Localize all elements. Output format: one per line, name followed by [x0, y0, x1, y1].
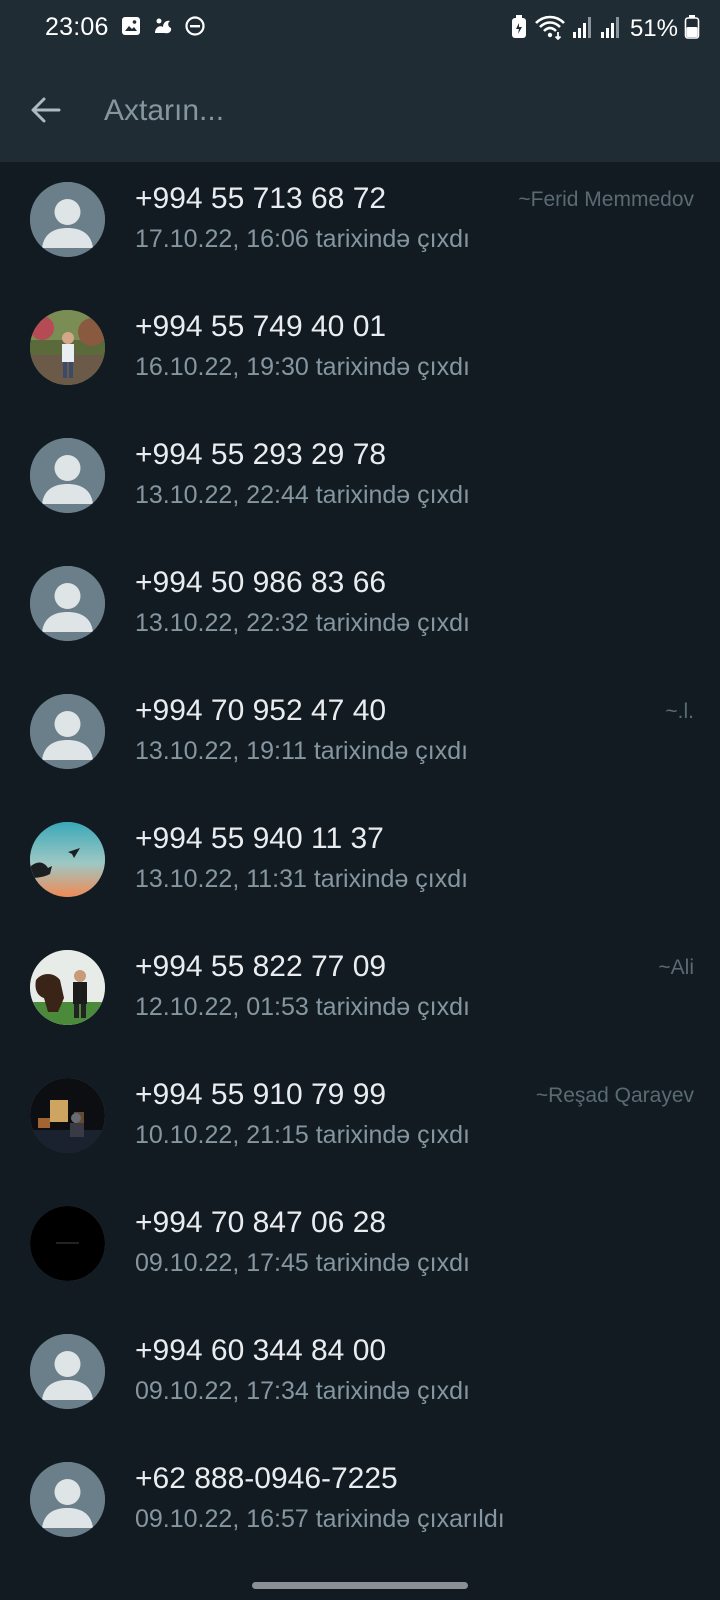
participant-push-name: ~Ali — [658, 956, 694, 979]
participant-push-name: ~Ferid Memmedov — [518, 188, 694, 211]
status-time: 23:06 — [45, 13, 109, 41]
default-avatar-icon[interactable] — [30, 694, 105, 769]
status-right-icons: 51% — [510, 14, 700, 44]
participant-push-name: ~.l. — [665, 700, 694, 723]
participant-push-name: ~Reşad Qarayev — [535, 1084, 694, 1107]
app-header: 23:06 51% Axtarın... — [0, 0, 720, 162]
default-avatar-icon[interactable] — [30, 566, 105, 641]
search-bar — [0, 70, 720, 152]
participant-phone: +994 55 822 77 09 — [135, 950, 387, 983]
participant-phone: +62 888-0946-7225 — [135, 1462, 398, 1495]
signal-2-icon — [600, 15, 622, 44]
participant-row[interactable]: +994 60 344 84 00 09.10.22, 17:34 tarixin… — [0, 1314, 720, 1442]
gallery-icon — [120, 15, 142, 42]
participant-phone: +994 55 940 11 37 — [135, 822, 384, 855]
battery-percent: 51% — [629, 15, 678, 42]
participant-row[interactable]: +994 70 847 06 28 09.10.22, 17:45 tarixin… — [0, 1186, 720, 1314]
participant-row[interactable]: +994 55 713 68 72 17.10.22, 16:06 tarixin… — [0, 162, 720, 290]
participant-left-status: 09.10.22, 17:34 tarixində çıxdı — [135, 1377, 470, 1405]
battery-icon — [684, 14, 700, 45]
participant-left-status: 13.10.22, 11:31 tarixində çıxdı — [135, 865, 469, 893]
avatar[interactable] — [30, 822, 105, 897]
arrow-left-icon — [31, 97, 61, 123]
signal-1-icon — [572, 15, 594, 44]
participant-list: +994 55 713 68 72 17.10.22, 16:06 tarixin… — [0, 162, 720, 1570]
home-indicator[interactable] — [252, 1582, 468, 1589]
back-button[interactable] — [22, 86, 70, 134]
default-avatar-icon[interactable] — [30, 1462, 105, 1537]
participant-phone: +994 55 713 68 72 — [135, 182, 387, 215]
participant-phone: +994 55 749 40 01 — [135, 310, 387, 343]
participant-row[interactable]: +994 55 749 40 01 16.10.22, 19:30 tarixin… — [0, 290, 720, 418]
participant-left-status: 16.10.22, 19:30 tarixində çıxdı — [135, 353, 470, 381]
participant-phone: +994 55 293 29 78 — [135, 438, 387, 471]
participant-row[interactable]: +994 55 293 29 78 13.10.22, 22:44 tarixin… — [0, 418, 720, 546]
screen: 23:06 51% Axtarın... +994 55 713 68 72 1… — [0, 0, 720, 1600]
participant-left-status: 13.10.22, 19:11 tarixində çıxdı — [135, 737, 469, 765]
avatar[interactable] — [30, 1206, 105, 1281]
default-avatar-icon[interactable] — [30, 182, 105, 257]
participant-row[interactable]: +994 55 940 11 37 13.10.22, 11:31 tarixin… — [0, 802, 720, 930]
status-bar: 23:06 51% — [0, 0, 720, 58]
participant-left-status: 10.10.22, 21:15 tarixində çıxdı — [135, 1121, 470, 1149]
participant-phone: +994 60 344 84 00 — [135, 1334, 387, 1367]
participant-phone: +994 70 952 47 40 — [135, 694, 387, 727]
participant-row[interactable]: +994 70 952 47 40 13.10.22, 19:11 tarixin… — [0, 674, 720, 802]
participant-phone: +994 55 910 79 99 — [135, 1078, 387, 1111]
participant-left-status: 13.10.22, 22:32 tarixində çıxdı — [135, 609, 470, 637]
participant-row[interactable]: +994 55 822 77 09 12.10.22, 01:53 tarixin… — [0, 930, 720, 1058]
participant-phone: +994 70 847 06 28 — [135, 1206, 387, 1239]
participant-left-status: 17.10.22, 16:06 tarixində çıxdı — [135, 225, 470, 253]
participant-row[interactable]: +994 50 986 83 66 13.10.22, 22:32 tarixin… — [0, 546, 720, 674]
default-avatar-icon[interactable] — [30, 438, 105, 513]
avatar[interactable] — [30, 310, 105, 385]
participant-left-status: 09.10.22, 16:57 tarixində çıxarıldı — [135, 1505, 505, 1533]
avatar[interactable] — [30, 1078, 105, 1153]
participant-left-status: 12.10.22, 01:53 tarixində çıxdı — [135, 993, 470, 1021]
battery-saver-icon — [510, 14, 528, 45]
participant-phone: +994 50 986 83 66 — [135, 566, 387, 599]
participant-row[interactable]: +62 888-0946-7225 09.10.22, 16:57 tarixin… — [0, 1442, 720, 1570]
default-avatar-icon[interactable] — [30, 1334, 105, 1409]
participant-row[interactable]: +994 55 910 79 99 10.10.22, 21:15 tarixin… — [0, 1058, 720, 1186]
dnd-icon — [184, 15, 206, 42]
participant-left-status: 09.10.22, 17:45 tarixində çıxdı — [135, 1249, 470, 1277]
wifi-icon — [534, 14, 566, 45]
search-input[interactable] — [104, 88, 664, 134]
participant-left-status: 13.10.22, 22:44 tarixində çıxdı — [135, 481, 470, 509]
bixby-routine-icon — [151, 15, 175, 42]
avatar[interactable] — [30, 950, 105, 1025]
status-left-icons — [120, 15, 206, 42]
